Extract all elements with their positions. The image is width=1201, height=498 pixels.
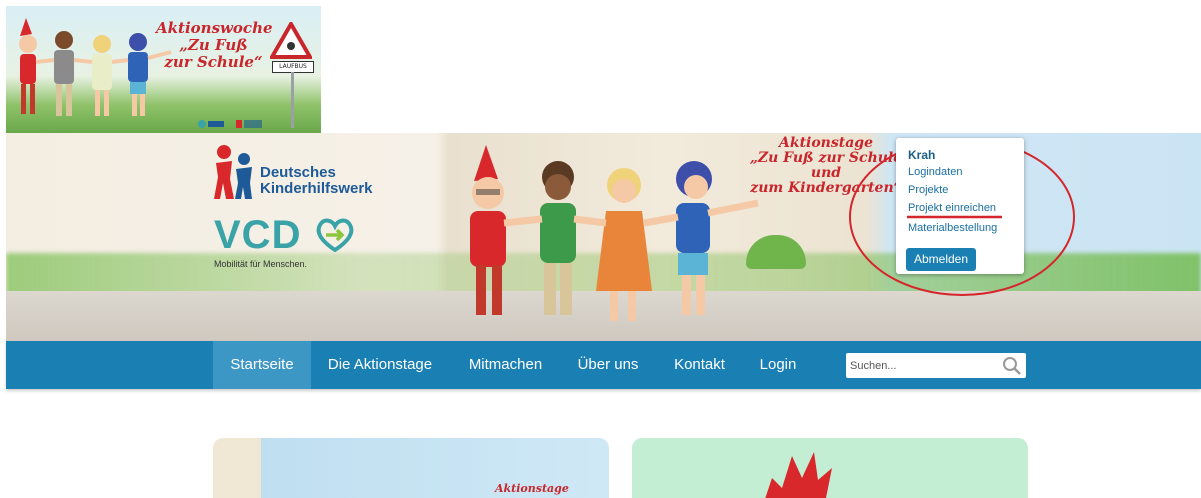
logout-button[interactable]: Abmelden [906,248,976,271]
sign-post [291,72,294,128]
small-banner-logos-icon [198,120,262,128]
small-banner-title: Aktionswoche „Zu Fuß zur Schule“ [156,19,273,71]
user-dropdown-menu: Krah Logindaten Projekte Projekt einreic… [896,138,1024,274]
red-underline-annotation [907,215,1002,219]
small-banner-image: Aktionswoche „Zu Fuß zur Schule“ LAUFBUS [6,6,321,133]
teaser-card-character[interactable] [632,438,1028,498]
dkhw-line-1: Deutsches [260,164,336,181]
vcd-tagline: Mobilität für Menschen. [214,259,308,269]
nav-item-die-aktionstage[interactable]: Die Aktionstage [316,341,444,389]
search-box [846,353,1026,378]
vcd-logo[interactable]: VCD Mobilität für Menschen. [214,213,354,269]
teaser-card-aktionstage[interactable]: Aktionstage [213,438,609,498]
menu-item-logindaten[interactable]: Logindaten [908,166,962,178]
nav-item-mitmachen[interactable]: Mitmachen [458,341,553,389]
dkhw-logo-text: Deutsches Kinderhilfswerk [260,165,373,197]
vcd-heart-arrow-icon [316,218,354,252]
main-navigation: Startseite Die Aktionstage Mitmachen Übe… [6,341,1201,389]
nav-item-login[interactable]: Login [750,341,806,389]
menu-item-projekt-einreichen[interactable]: Projekt einreichen [908,202,996,214]
menu-item-materialbestellung[interactable]: Materialbestellung [908,222,997,234]
nav-item-kontakt[interactable]: Kontakt [662,341,737,389]
children-walking-illustration-icon [470,145,759,321]
user-name: Krah [908,148,936,162]
nav-item-startseite[interactable]: Startseite [213,341,311,389]
nav-item-ueber-uns[interactable]: Über uns [568,341,648,389]
small-banner-title-line-2: „Zu Fuß [179,36,248,54]
small-banner-title-line-3: zur Schule“ [164,53,263,71]
small-banner-title-line-1: Aktionswoche [156,19,273,37]
search-input[interactable] [850,356,995,375]
dkhw-line-2: Kinderhilfswerk [260,180,373,197]
red-hair-character-icon [765,452,832,498]
teaser-card-title: Aktionstage [495,482,569,495]
warning-sign-icon [270,22,312,59]
children-walking-illustration-icon [19,18,172,116]
vcd-logo-text: VCD [214,213,302,257]
menu-item-projekte[interactable]: Projekte [908,184,948,196]
search-icon[interactable] [1002,356,1022,376]
